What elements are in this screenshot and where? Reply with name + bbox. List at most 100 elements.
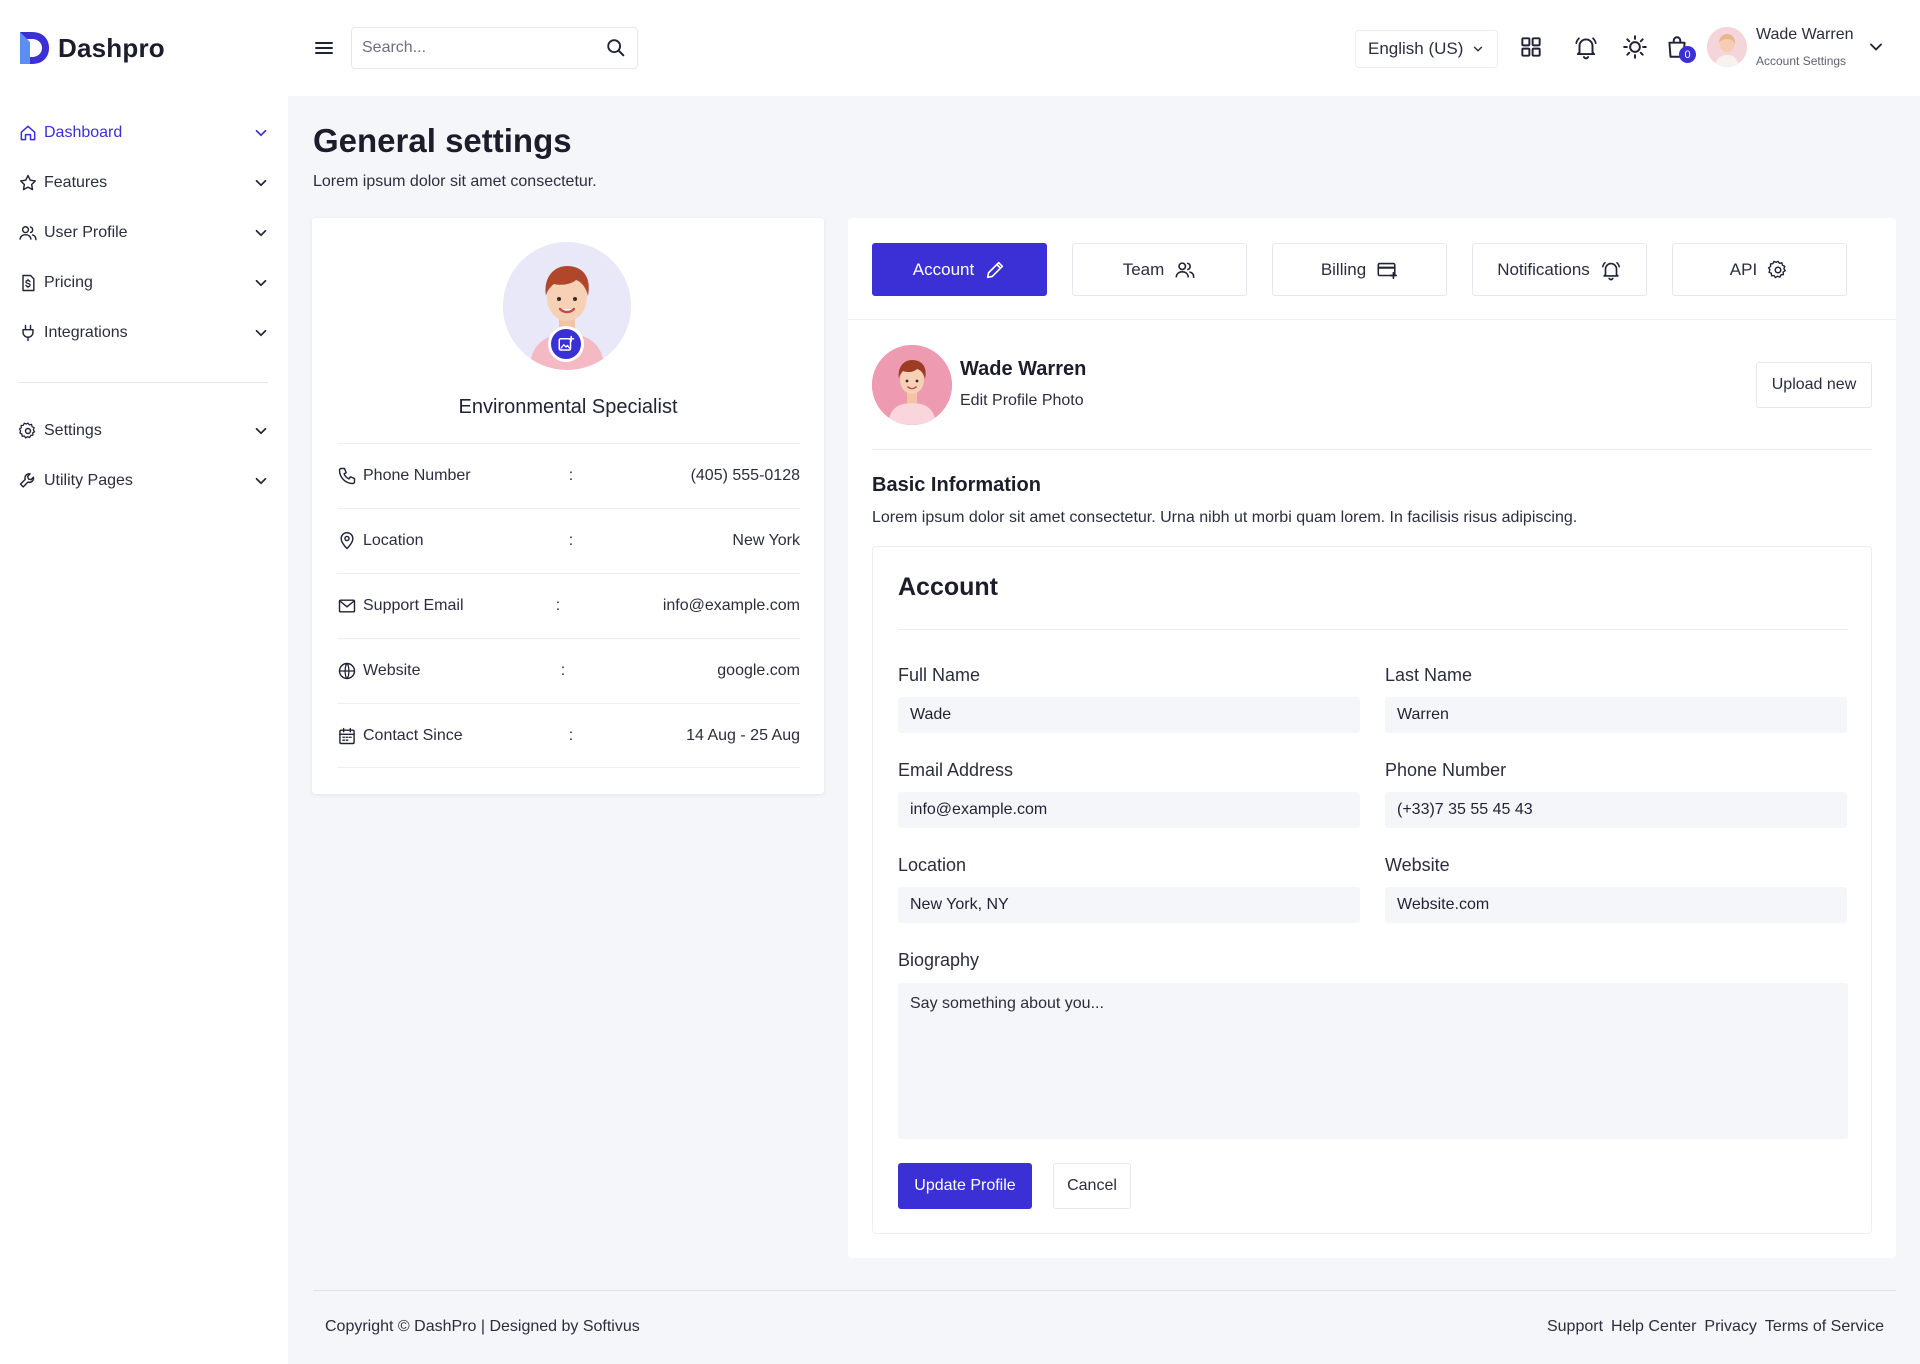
chevron-down-icon (255, 329, 267, 337)
location-pin-icon (340, 531, 354, 550)
sidebar-item-dashboard[interactable]: Dashboard (18, 118, 270, 148)
tab-notifications[interactable]: Notifications (1472, 243, 1647, 296)
info-value: New York (732, 532, 800, 549)
globe-icon (338, 662, 356, 680)
info-label: Support Email (363, 597, 464, 614)
sidebar-item-integrations[interactable]: Integrations (18, 318, 270, 348)
sidebar-item-settings[interactable]: Settings (18, 416, 270, 446)
email-label: Email Address (898, 760, 1014, 780)
chevron-down-icon (255, 129, 267, 137)
settings-tabs: Account Team Billing Notifications API (848, 218, 1896, 320)
location-label: Location (898, 855, 967, 875)
footer-link-support[interactable]: Support (1547, 1318, 1603, 1336)
dollar-document-icon (22, 274, 35, 292)
info-value: 14 Aug - 25 Aug (686, 726, 800, 744)
users-icon (1175, 261, 1195, 278)
star-icon (19, 174, 37, 191)
user-subtitle: Account Settings (1756, 54, 1847, 68)
calendar-icon (339, 727, 355, 744)
page-title: General settings (313, 122, 572, 159)
footer-link-terms[interactable]: Terms of Service (1765, 1318, 1884, 1336)
sidebar-item-label: User Profile (44, 224, 128, 241)
sidebar-item-utility-pages[interactable]: Utility Pages (18, 466, 270, 496)
top-header: Dashpro English (US) 0 (0, 0, 1920, 96)
info-label: Contact Since (363, 726, 463, 744)
account-avatar (872, 345, 952, 425)
form-title: Account (898, 573, 998, 601)
tab-account[interactable]: Account (872, 243, 1047, 296)
language-select[interactable]: English (US) (1355, 30, 1498, 68)
biography-textarea[interactable] (898, 983, 1848, 1139)
tab-billing[interactable]: Billing (1272, 243, 1447, 296)
profile-summary-card: Environmental Specialist Phone Number : … (312, 218, 824, 794)
sun-icon[interactable] (1622, 34, 1648, 60)
account-form: Account Full Name Last Name Email Addres… (872, 546, 1872, 1234)
search-icon[interactable] (605, 37, 627, 59)
profile-role: Environmental Specialist (458, 396, 678, 418)
tab-label: Billing (1320, 259, 1367, 279)
chevron-down-icon (255, 477, 267, 485)
full-name-label: Full Name (898, 665, 981, 685)
sidebar-item-user-profile[interactable]: User Profile (18, 218, 270, 248)
bell-icon (1601, 261, 1620, 280)
mail-icon (338, 599, 356, 613)
upload-new-button[interactable]: Upload new (1756, 362, 1872, 408)
info-value: (405) 555-0128 (690, 467, 800, 484)
user-name: Wade Warren (1756, 26, 1854, 43)
sidebar-divider (18, 382, 268, 383)
basic-information-description: Lorem ipsum dolor sit amet consectetur. … (872, 509, 1578, 526)
brand-name: Dashpro (58, 32, 165, 63)
full-name-input[interactable] (898, 697, 1360, 733)
website-label: Website (1385, 855, 1450, 875)
change-photo-button[interactable] (548, 326, 584, 362)
info-value: info@example.com (662, 597, 800, 614)
update-profile-button[interactable]: Update Profile (898, 1163, 1032, 1209)
sidebar-item-label: Pricing (44, 274, 93, 291)
last-name-input[interactable] (1385, 697, 1847, 733)
account-settings-card: Account Team Billing Notifications API W… (848, 218, 1896, 1258)
users-icon (19, 226, 37, 241)
user-avatar-illustration (1707, 27, 1747, 67)
user-avatar[interactable] (1707, 27, 1747, 67)
tab-label: API (1729, 259, 1758, 279)
footer-divider (313, 1290, 1896, 1291)
tab-api[interactable]: API (1672, 243, 1847, 296)
sidebar-item-features[interactable]: Features (18, 168, 270, 198)
brand-logo[interactable]: Dashpro (18, 30, 165, 66)
info-label: Website (363, 662, 421, 679)
hamburger-menu-icon[interactable] (312, 36, 336, 60)
chevron-down-icon (1473, 46, 1483, 52)
user-menu-chevron-icon[interactable] (1866, 37, 1886, 57)
search-input[interactable] (362, 39, 605, 57)
form-divider (898, 629, 1848, 630)
email-input[interactable] (898, 792, 1360, 828)
sidebar-item-pricing[interactable]: Pricing (18, 268, 270, 298)
info-separator: : (560, 662, 566, 679)
phone-input[interactable] (1385, 792, 1847, 828)
info-separator: : (568, 467, 574, 484)
website-input[interactable] (1385, 887, 1847, 923)
info-row-contact-since: Contact Since : 14 Aug - 25 Aug (337, 703, 800, 768)
sidebar: Dashboard Features User Profile Pricing … (0, 96, 288, 1364)
image-add-icon (558, 335, 575, 351)
cancel-button[interactable]: Cancel (1053, 1163, 1131, 1209)
footer-link-privacy[interactable]: Privacy (1704, 1318, 1756, 1336)
wrench-icon (19, 473, 35, 488)
search-box (351, 27, 638, 69)
dashpro-logo-icon (20, 32, 49, 64)
account-name: Wade Warren (960, 358, 1087, 380)
edit-profile-photo-label: Edit Profile Photo (960, 392, 1084, 409)
footer-links: Support Help Center Privacy Terms of Ser… (1547, 1318, 1884, 1336)
info-label: Phone Number (363, 467, 471, 484)
info-row-email: Support Email : info@example.com (337, 573, 800, 638)
footer-link-help-center[interactable]: Help Center (1611, 1318, 1696, 1336)
phone-icon (338, 467, 356, 485)
tab-team[interactable]: Team (1072, 243, 1247, 296)
cart-count-badge: 0 (1679, 46, 1696, 63)
apps-grid-icon[interactable] (1518, 34, 1544, 60)
sidebar-item-label: Dashboard (44, 124, 123, 141)
biography-label: Biography (898, 950, 980, 970)
home-icon (20, 125, 36, 141)
location-input[interactable] (898, 887, 1360, 923)
bell-icon[interactable] (1573, 34, 1599, 60)
